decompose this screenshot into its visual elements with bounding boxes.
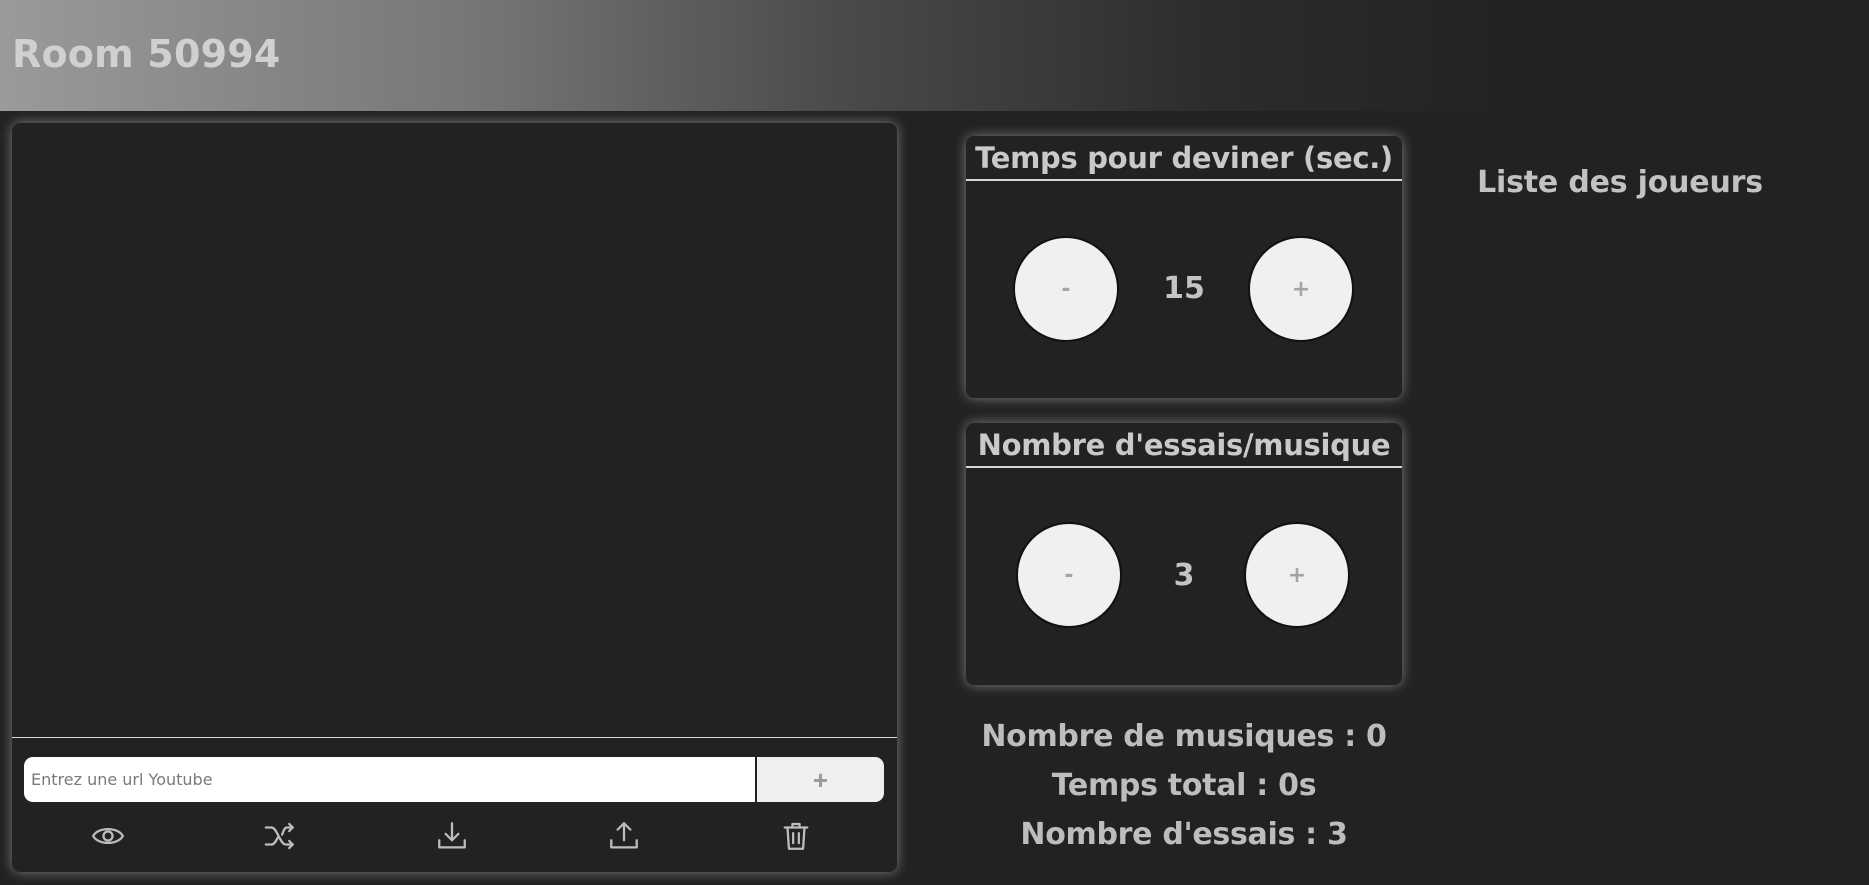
trash-icon [783, 822, 809, 850]
tries-title: Nombre d'essais/musique [966, 423, 1402, 468]
guess-time-card: Temps pour deviner (sec.) - 15 + [966, 136, 1402, 398]
toggle-visibility-button[interactable] [86, 814, 130, 858]
playlist-list[interactable] [12, 123, 897, 738]
upload-icon [610, 822, 638, 849]
guess-time-decrease-button[interactable]: - [1013, 236, 1119, 342]
delete-button[interactable] [774, 814, 818, 858]
guess-time-value: 15 [1163, 271, 1205, 306]
guess-time-increase-button[interactable]: + [1248, 236, 1354, 342]
shuffle-button[interactable] [258, 814, 302, 858]
download-icon [438, 822, 466, 849]
youtube-url-input[interactable] [24, 757, 755, 802]
guess-time-title: Temps pour deviner (sec.) [966, 136, 1402, 181]
tries-count-text: Nombre d'essais : 3 [1020, 817, 1348, 852]
eye-icon [91, 827, 125, 845]
playlist-panel: + [12, 123, 897, 872]
add-url-button[interactable]: + [757, 757, 884, 802]
upload-button[interactable] [602, 814, 646, 858]
tries-decrease-button[interactable]: - [1016, 522, 1122, 628]
shuffle-icon [264, 822, 294, 850]
header-bar: Room 50994 [0, 0, 1869, 111]
players-list-title: Liste des joueurs [1477, 165, 1763, 200]
room-title: Room 50994 [12, 32, 281, 76]
tries-card: Nombre d'essais/musique - 3 + [966, 423, 1402, 685]
download-button[interactable] [430, 814, 474, 858]
playlist-stats: Nombre de musiques : 0 Temps total : 0s … [966, 712, 1402, 859]
tries-value: 3 [1173, 558, 1195, 593]
tries-increase-button[interactable]: + [1244, 522, 1350, 628]
music-count-text: Nombre de musiques : 0 [981, 719, 1387, 754]
total-time-text: Temps total : 0s [1051, 768, 1317, 803]
